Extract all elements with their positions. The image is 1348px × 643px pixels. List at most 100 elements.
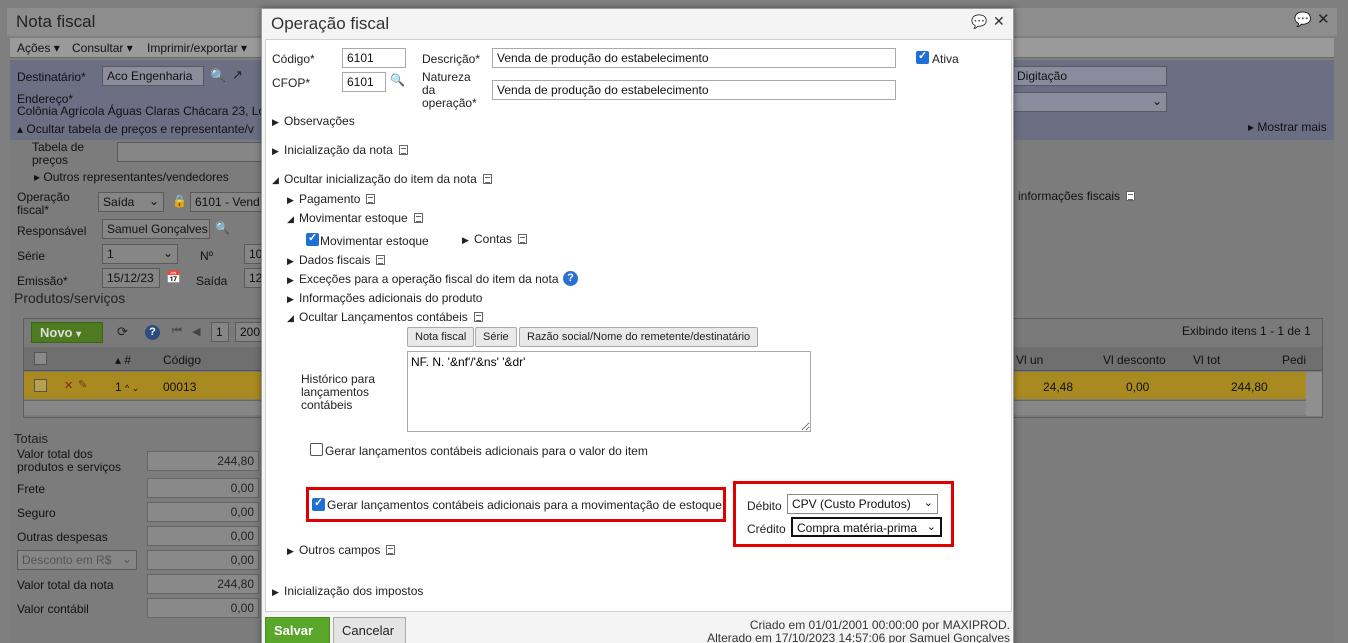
emissao-input[interactable]: 15/12/23 xyxy=(102,268,160,288)
total-produtos-label: Valor total dos produtos e serviços xyxy=(17,447,122,474)
grid-vertical-scrollbar[interactable] xyxy=(1306,372,1322,416)
row-vl-un: 24,48 xyxy=(1043,380,1074,394)
excecoes-toggle[interactable]: ▶ Exceções para a operação fiscal do item… xyxy=(287,272,559,286)
lock-icon: 🔒 xyxy=(172,194,187,208)
ativa-checkbox[interactable] xyxy=(916,49,929,64)
movimentar-estoque-label: Movimentar estoque xyxy=(320,234,429,248)
menu-imprimir-exportar[interactable]: Imprimir/exportar ▾ xyxy=(147,41,247,55)
col-codigo[interactable]: Código xyxy=(163,353,201,367)
destinatario-input[interactable]: Aco Engenharia xyxy=(102,66,204,86)
totais-title: Totais xyxy=(14,431,48,446)
col-pedi[interactable]: Pedi xyxy=(1282,353,1306,367)
operacao-fiscal-label: Operação fiscal* xyxy=(17,190,70,217)
endereco-value: Colônia Agrícola Águas Claras Chácara 23… xyxy=(17,104,266,118)
operacao-tipo-select[interactable]: Saída ⌄ xyxy=(98,192,164,212)
historico-label: Histórico para lançamentos contábeis xyxy=(301,372,376,412)
movimentar-estoque-checkbox[interactable] xyxy=(306,231,319,246)
tabela-precos-input[interactable] xyxy=(117,142,262,162)
page-number-input[interactable]: 1 xyxy=(211,322,229,342)
ocultar-lancamentos-toggle[interactable]: ◢ Ocultar Lançamentos contábeis xyxy=(287,310,483,324)
salvar-button[interactable]: Salvar xyxy=(265,617,330,643)
col-vl-tot[interactable]: Vl tot xyxy=(1193,353,1220,367)
outros-campos-toggle[interactable]: ▶ Outros campos xyxy=(287,543,396,557)
menu-acoes[interactable]: Ações ▾ xyxy=(17,41,60,55)
col-number[interactable]: ▴ # xyxy=(115,353,131,367)
document-icon xyxy=(376,255,386,265)
debito-select[interactable]: CPV (Custo Produtos) ⌄ xyxy=(787,494,938,514)
outros-representantes-toggle[interactable]: ▸ Outros representantes/vendedores xyxy=(34,170,229,184)
edit-row-icon[interactable]: ✎ xyxy=(78,378,87,391)
search-icon[interactable]: 🔍 xyxy=(210,68,226,84)
help-icon[interactable]: ? xyxy=(563,271,578,286)
natureza-input[interactable] xyxy=(492,80,896,100)
document-icon xyxy=(386,545,396,555)
saida-label: Saída xyxy=(196,274,228,288)
saida-input[interactable]: 12 xyxy=(244,268,262,288)
menu-consultar[interactable]: Consultar ▾ xyxy=(72,41,133,55)
search-icon[interactable]: 🔍 xyxy=(215,221,230,235)
search-icon[interactable]: 🔍 xyxy=(390,73,405,87)
open-external-icon[interactable]: ↗ xyxy=(232,67,243,83)
ocultar-inicializacao-item-toggle[interactable]: ◢ Ocultar inicialização do item da nota xyxy=(272,172,492,186)
inicializacao-impostos-toggle[interactable]: ▶ Inicialização dos impostos xyxy=(272,584,423,598)
close-icon[interactable]: ✕ xyxy=(1317,10,1330,28)
contas-toggle[interactable]: ▶ Contas xyxy=(462,232,528,246)
historico-textarea[interactable]: NF. N. '&nf'/'&ns' '&dr' xyxy=(407,351,811,432)
numero-input[interactable]: 10 xyxy=(244,244,262,264)
document-icon xyxy=(1126,191,1136,201)
comment-icon[interactable]: 💬 xyxy=(1294,11,1311,28)
gerar-valor-item-checkbox[interactable] xyxy=(310,443,323,456)
total-produtos-value: 244,80 xyxy=(147,451,259,471)
background-window-title: Nota fiscal xyxy=(16,12,96,31)
gerar-mov-estoque-label: Gerar lançamentos contábeis adicionais p… xyxy=(327,498,722,512)
operacao-fiscal-dialog: Operação fiscal 💬 ✕ Código* Descrição* A… xyxy=(261,8,1014,643)
inicializacao-nota-toggle[interactable]: ▶ Inicialização da nota xyxy=(272,143,408,157)
prev-page-icon[interactable]: ◀ xyxy=(192,325,200,338)
page-size-select[interactable]: 200 xyxy=(235,322,262,342)
seguro-input[interactable]: 0,00 xyxy=(147,502,259,522)
row-checkbox[interactable] xyxy=(34,379,47,392)
cancelar-button[interactable]: Cancelar xyxy=(333,617,406,643)
mostrar-mais-toggle[interactable]: ▸ Mostrar mais xyxy=(1248,120,1327,134)
dialog-title: Operação fiscal xyxy=(271,14,390,33)
insert-nota-fiscal-button[interactable]: Nota fiscal xyxy=(407,327,475,347)
operacao-fiscal-input[interactable]: 6101 - Vend xyxy=(190,192,262,212)
responsavel-input[interactable]: Samuel Gonçalves xyxy=(102,219,210,239)
insert-razao-social-button[interactable]: Razão social/Nome do remetente/destinatá… xyxy=(519,327,759,347)
pagamento-toggle[interactable]: ▶ Pagamento xyxy=(287,192,376,206)
descricao-input[interactable] xyxy=(492,48,896,68)
desconto-tipo-select[interactable]: Desconto em R$ ⌄ xyxy=(17,550,137,570)
status-field: Digitação xyxy=(1012,66,1167,86)
select-all-checkbox[interactable] xyxy=(34,352,47,365)
cfop-input[interactable] xyxy=(342,72,386,92)
credito-select[interactable]: Compra matéria-prima ⌄ xyxy=(791,517,942,537)
help-icon[interactable]: ? xyxy=(145,325,160,340)
delete-row-icon[interactable]: ✕ xyxy=(64,379,73,392)
frete-input[interactable]: 0,00 xyxy=(147,478,259,498)
informacoes-adicionais-toggle[interactable]: ▶ Informações adicionais do produto xyxy=(287,291,482,305)
comment-icon[interactable]: 💬 xyxy=(971,14,987,30)
highlight-contas-box xyxy=(733,481,954,547)
codigo-input[interactable] xyxy=(342,48,406,68)
observacoes-toggle[interactable]: ▶ Observações xyxy=(272,114,355,128)
dados-fiscais-toggle[interactable]: ▶ Dados fiscais xyxy=(287,253,386,267)
document-icon xyxy=(518,234,528,244)
informacoes-fiscais-link[interactable]: informações fiscais xyxy=(1018,189,1136,203)
novo-button[interactable]: Novo ▾ xyxy=(31,322,103,343)
row-codigo: 00013 xyxy=(163,380,197,394)
desconto-input[interactable]: 0,00 xyxy=(147,550,259,570)
calendar-icon[interactable]: 📅 xyxy=(166,270,181,284)
insert-serie-button[interactable]: Série xyxy=(475,327,517,347)
col-vl-desconto[interactable]: Vl desconto xyxy=(1103,353,1166,367)
ocultar-tabela-toggle[interactable]: ▴ Ocultar tabela de preços e representan… xyxy=(17,122,254,136)
status-select[interactable]: ⌄ xyxy=(1012,92,1167,112)
serie-select[interactable]: 1 ⌄ xyxy=(102,244,178,264)
outras-despesas-input[interactable]: 0,00 xyxy=(147,526,259,546)
first-page-icon[interactable]: ⏮ xyxy=(172,325,182,338)
valor-contabil-value: 0,00 xyxy=(147,598,259,618)
movimentar-estoque-toggle[interactable]: ◢ Movimentar estoque xyxy=(287,211,423,225)
refresh-icon[interactable]: ⟳ xyxy=(117,324,128,340)
close-icon[interactable]: ✕ xyxy=(993,13,1005,30)
col-vl-un[interactable]: Vl un xyxy=(1016,353,1043,367)
gerar-mov-estoque-checkbox[interactable] xyxy=(312,496,325,511)
